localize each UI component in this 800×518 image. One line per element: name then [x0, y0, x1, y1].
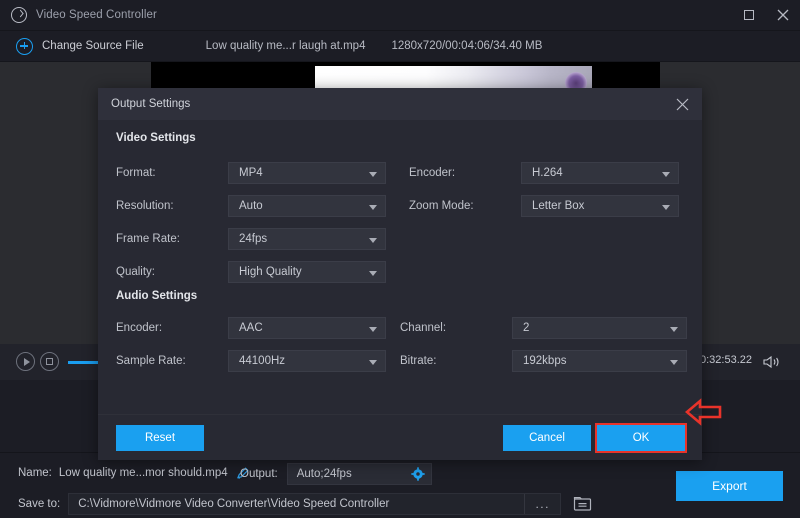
red-left-arrow-icon	[684, 396, 724, 428]
quality-label: Quality:	[116, 266, 228, 278]
cancel-button[interactable]: Cancel	[503, 425, 591, 451]
stop-button[interactable]	[40, 352, 59, 371]
source-file-meta: 1280x720/00:04:06/34.40 MB	[391, 40, 542, 52]
save-to-value: C:\Vidmore\Vidmore Video Converter\Video…	[78, 498, 389, 510]
video-encoder-label: Encoder:	[409, 167, 521, 179]
resolution-value: Auto	[239, 200, 263, 212]
gear-icon[interactable]	[411, 467, 425, 481]
chevron-down-icon	[369, 327, 377, 332]
field-resolution: Resolution: Auto	[116, 195, 386, 217]
speaker-icon[interactable]	[762, 355, 784, 369]
bitrate-value: 192kbps	[523, 355, 566, 367]
dialog-title: Output Settings	[111, 98, 190, 110]
chevron-down-icon	[369, 360, 377, 365]
source-file-name: Low quality me...r laugh at.mp4	[206, 40, 366, 52]
channel-label: Channel:	[400, 322, 512, 334]
chevron-down-icon	[670, 327, 678, 332]
source-bar: Change Source File Low quality me...r la…	[0, 31, 800, 62]
output-row: Output: Auto;24fps	[240, 463, 432, 485]
frame-rate-select[interactable]: 24fps	[228, 228, 386, 250]
title-bar: Video Speed Controller	[0, 0, 800, 31]
play-icon	[24, 358, 30, 366]
browse-button[interactable]: ...	[524, 494, 560, 514]
name-row: Name: Low quality me...mor should.mp4	[18, 463, 250, 483]
app-window: Video Speed Controller Change Source Fil…	[0, 0, 800, 518]
name-value: Low quality me...mor should.mp4	[59, 467, 228, 479]
clock-logo-icon	[11, 7, 27, 23]
zoom-mode-value: Letter Box	[532, 200, 584, 212]
zoom-mode-label: Zoom Mode:	[409, 200, 521, 212]
output-value: Auto;24fps	[297, 468, 352, 480]
field-quality: Quality: High Quality	[116, 261, 386, 283]
field-sample-rate: Sample Rate: 44100Hz	[116, 350, 386, 372]
quality-select[interactable]: High Quality	[228, 261, 386, 283]
zoom-mode-select[interactable]: Letter Box	[521, 195, 679, 217]
bitrate-label: Bitrate:	[400, 355, 512, 367]
close-icon	[777, 9, 789, 21]
channel-select[interactable]: 2	[512, 317, 687, 339]
field-format: Format: MP4	[116, 162, 386, 184]
video-settings-heading: Video Settings	[116, 132, 196, 144]
sample-rate-value: 44100Hz	[239, 355, 285, 367]
dialog-footer: Reset Cancel OK	[98, 414, 702, 460]
export-button[interactable]: Export	[676, 471, 783, 501]
save-to-field[interactable]: C:\Vidmore\Vidmore Video Converter\Video…	[68, 493, 561, 515]
change-source-file-button[interactable]: Change Source File	[42, 40, 144, 52]
field-frame-rate: Frame Rate: 24fps	[116, 228, 386, 250]
field-zoom-mode: Zoom Mode: Letter Box	[409, 195, 679, 217]
frame-rate-value: 24fps	[239, 233, 267, 245]
window-controls	[732, 0, 800, 31]
field-encoder-audio: Encoder: AAC	[116, 317, 386, 339]
video-encoder-value: H.264	[532, 167, 563, 179]
close-icon	[676, 98, 689, 111]
format-select[interactable]: MP4	[228, 162, 386, 184]
video-encoder-select[interactable]: H.264	[521, 162, 679, 184]
resolution-label: Resolution:	[116, 200, 228, 212]
maximize-button[interactable]	[732, 0, 766, 31]
close-button[interactable]	[766, 0, 800, 31]
chevron-down-icon	[662, 172, 670, 177]
bottom-bar: Name: Low quality me...mor should.mp4 Ou…	[0, 453, 800, 518]
save-to-row: Save to: C:\Vidmore\Vidmore Video Conver…	[18, 493, 592, 515]
output-label: Output:	[240, 468, 278, 480]
folder-icon[interactable]	[573, 496, 592, 512]
timestamp-label: 00:32:53.22	[694, 354, 752, 366]
chevron-down-icon	[369, 238, 377, 243]
chevron-down-icon	[369, 172, 377, 177]
audio-encoder-label: Encoder:	[116, 322, 228, 334]
maximize-icon	[744, 10, 754, 20]
audio-settings-heading: Audio Settings	[116, 290, 197, 302]
reset-button[interactable]: Reset	[116, 425, 204, 451]
ok-button[interactable]: OK	[597, 425, 685, 451]
bitrate-select[interactable]: 192kbps	[512, 350, 687, 372]
field-bitrate: Bitrate: 192kbps	[400, 350, 687, 372]
output-settings-dialog: Output Settings Video Settings Format: M…	[98, 88, 702, 460]
dialog-body: Video Settings Format: MP4 Encoder: H.26…	[98, 120, 702, 414]
play-button[interactable]	[16, 352, 35, 371]
chevron-down-icon	[670, 360, 678, 365]
name-label: Name:	[18, 467, 52, 479]
plus-circle-icon[interactable]	[16, 38, 33, 55]
chevron-down-icon	[662, 205, 670, 210]
chevron-down-icon	[369, 205, 377, 210]
channel-value: 2	[523, 322, 529, 334]
chevron-down-icon	[369, 271, 377, 276]
dialog-header: Output Settings	[98, 88, 702, 120]
frame-rate-label: Frame Rate:	[116, 233, 228, 245]
resolution-select[interactable]: Auto	[228, 195, 386, 217]
field-channel: Channel: 2	[400, 317, 687, 339]
format-label: Format:	[116, 167, 228, 179]
save-to-label: Save to:	[18, 498, 60, 510]
dialog-close-button[interactable]	[672, 94, 692, 114]
audio-encoder-select[interactable]: AAC	[228, 317, 386, 339]
output-field[interactable]: Auto;24fps	[287, 463, 432, 485]
field-encoder-video: Encoder: H.264	[409, 162, 679, 184]
quality-value: High Quality	[239, 266, 302, 278]
format-value: MP4	[239, 167, 263, 179]
sample-rate-label: Sample Rate:	[116, 355, 228, 367]
audio-encoder-value: AAC	[239, 322, 263, 334]
stop-icon	[46, 358, 53, 365]
sample-rate-select[interactable]: 44100Hz	[228, 350, 386, 372]
window-title: Video Speed Controller	[36, 9, 157, 21]
